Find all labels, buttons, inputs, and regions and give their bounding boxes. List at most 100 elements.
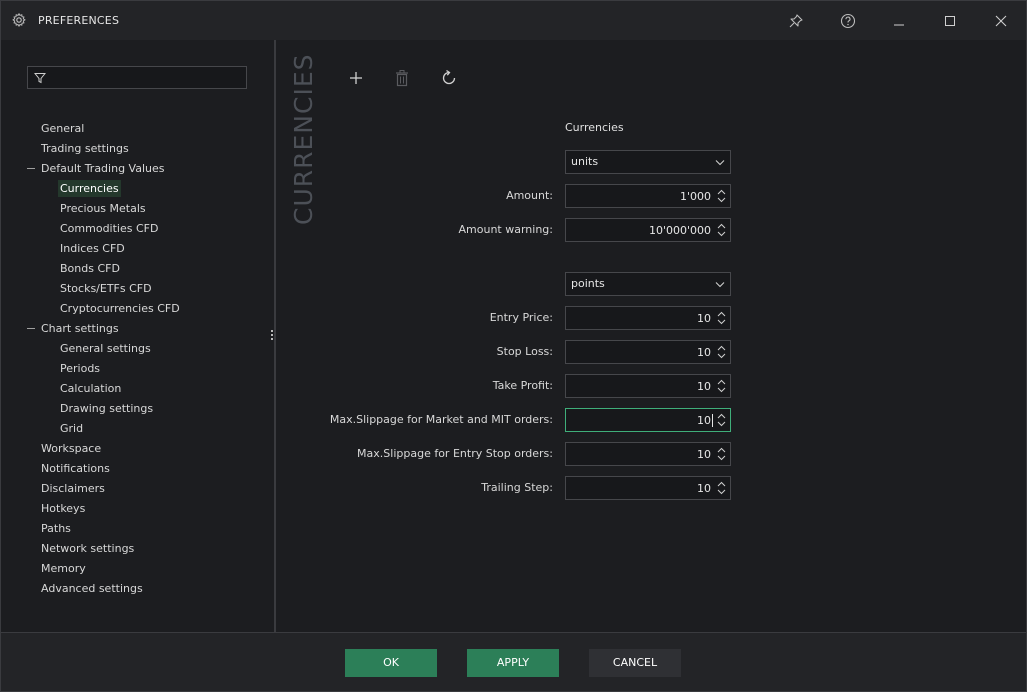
max-slippage-entry-label: Max.Slippage for Entry Stop orders:	[357, 447, 553, 460]
ok-button[interactable]: OK	[345, 649, 437, 677]
spin-up-icon	[717, 413, 726, 419]
maximize-button[interactable]	[939, 10, 961, 32]
stop-loss-label: Stop Loss:	[496, 345, 553, 358]
max-slippage-entry-input[interactable]: 10	[565, 442, 731, 466]
filter-input[interactable]	[52, 69, 242, 86]
stop-loss-value: 10	[697, 346, 711, 359]
spin-up-icon	[717, 311, 726, 317]
tree-item[interactable]: Hotkeys	[39, 500, 87, 517]
apply-button[interactable]: APPLY	[467, 649, 559, 677]
spin-up-icon	[717, 223, 726, 229]
add-button[interactable]	[345, 67, 367, 89]
tree-item[interactable]: Calculation	[58, 380, 123, 397]
close-icon	[995, 15, 1007, 27]
price-unit-value: points	[571, 277, 605, 290]
tree-item[interactable]: Paths	[39, 520, 73, 537]
spin-up-icon	[717, 481, 726, 487]
tree-item[interactable]: Periods	[58, 360, 102, 377]
collapse-icon[interactable]	[27, 168, 35, 169]
tree-item[interactable]: Workspace	[39, 440, 103, 457]
spin-down-icon	[717, 421, 726, 427]
take-profit-value: 10	[697, 380, 711, 393]
dialog-footer: OK APPLY CANCEL	[1, 632, 1026, 691]
amount-unit-select[interactable]: units	[565, 150, 731, 174]
refresh-icon	[442, 69, 456, 85]
amount-warning-input[interactable]: 10'000'000	[565, 218, 731, 242]
spin-down-icon	[717, 455, 726, 461]
amount-value: 1'000	[679, 190, 711, 203]
collapse-icon[interactable]	[27, 328, 35, 329]
settings-panel	[276, 40, 1026, 632]
tree-item[interactable]: General	[39, 120, 86, 137]
title-bar: PREFERENCES	[1, 1, 1026, 40]
tree-item[interactable]: Network settings	[39, 540, 136, 557]
chevron-down-icon	[715, 282, 725, 288]
stop-loss-input[interactable]: 10	[565, 340, 731, 364]
spin-up-icon	[717, 379, 726, 385]
max-slippage-market-value: 10	[697, 414, 711, 427]
panel-vertical-title: CURRENCIES	[289, 53, 318, 226]
reset-button[interactable]	[438, 67, 460, 89]
spin-up-icon	[717, 189, 726, 195]
tree-item[interactable]: Grid	[58, 420, 85, 437]
amount-unit-value: units	[571, 155, 599, 168]
spin-down-icon	[717, 319, 726, 325]
tree-item[interactable]: Trading settings	[39, 140, 131, 157]
gear-icon	[12, 12, 26, 28]
pin-icon	[789, 14, 803, 28]
max-slippage-entry-value: 10	[697, 448, 711, 461]
spin-down-icon	[717, 231, 726, 237]
text-caret	[712, 414, 713, 427]
spin-up-icon	[717, 447, 726, 453]
tree-item[interactable]: Bonds CFD	[58, 260, 122, 277]
tree-item[interactable]: General settings	[58, 340, 153, 357]
entry-price-label: Entry Price:	[489, 311, 553, 324]
tree-item[interactable]: Currencies	[58, 180, 121, 197]
spin-up-icon	[717, 345, 726, 351]
delete-button[interactable]	[391, 67, 413, 89]
help-button[interactable]	[837, 10, 859, 32]
plus-icon	[350, 72, 362, 84]
trash-icon	[396, 70, 408, 87]
price-unit-select[interactable]: points	[565, 272, 731, 296]
amount-warning-value: 10'000'000	[648, 224, 711, 237]
amount-input[interactable]: 1'000	[565, 184, 731, 208]
pin-button[interactable]	[785, 10, 807, 32]
tree-item[interactable]: Cryptocurrencies CFD	[58, 300, 182, 317]
preferences-window: PREFERENCES General Trading settings Def…	[0, 0, 1027, 692]
entry-price-value: 10	[697, 312, 711, 325]
spin-down-icon	[717, 353, 726, 359]
tree-item[interactable]: Advanced settings	[39, 580, 145, 597]
tree-item[interactable]: Memory	[39, 560, 88, 577]
tree-item[interactable]: Precious Metals	[58, 200, 148, 217]
section-label: Currencies	[565, 121, 624, 134]
tree-item[interactable]: Disclaimers	[39, 480, 107, 497]
amount-label: Amount:	[506, 189, 553, 202]
tree-item[interactable]: Notifications	[39, 460, 112, 477]
spin-down-icon	[717, 489, 726, 495]
chevron-down-icon	[715, 160, 725, 166]
maximize-icon	[945, 16, 955, 26]
navigation-panel: General Trading settings Default Trading V…	[1, 40, 275, 632]
cancel-button[interactable]: CANCEL	[589, 649, 681, 677]
help-icon	[840, 13, 856, 29]
filter-box[interactable]	[27, 66, 247, 89]
filter-icon	[34, 73, 46, 84]
tree-item[interactable]: Indices CFD	[58, 240, 127, 257]
take-profit-input[interactable]: 10	[565, 374, 731, 398]
take-profit-label: Take Profit:	[492, 379, 553, 392]
tree-item[interactable]: Default Trading Values	[39, 160, 166, 177]
max-slippage-market-input[interactable]: 10	[565, 408, 731, 432]
tree-item[interactable]: Commodities CFD	[58, 220, 160, 237]
spin-down-icon	[717, 387, 726, 393]
tree-item[interactable]: Drawing settings	[58, 400, 155, 417]
entry-price-input[interactable]: 10	[565, 306, 731, 330]
trailing-step-input[interactable]: 10	[565, 476, 731, 500]
tree-item[interactable]: Stocks/ETFs CFD	[58, 280, 154, 297]
trailing-step-label: Trailing Step:	[481, 481, 553, 494]
tree-item[interactable]: Chart settings	[39, 320, 121, 337]
minimize-button[interactable]	[888, 10, 910, 32]
spin-down-icon	[717, 197, 726, 203]
splitter-handle-icon[interactable]	[271, 330, 274, 342]
close-button[interactable]	[990, 10, 1012, 32]
